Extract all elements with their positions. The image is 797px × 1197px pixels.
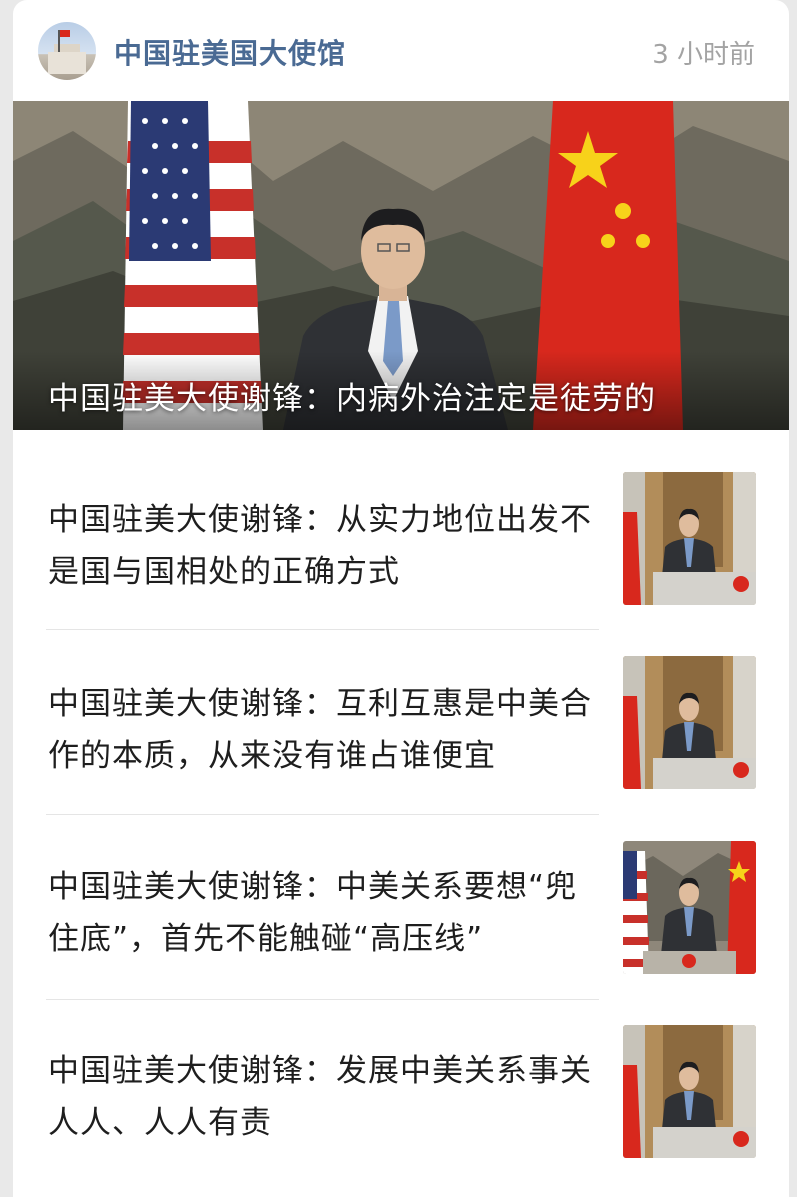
avatar[interactable] [38, 22, 96, 80]
article-title[interactable]: 中国驻美大使谢锋：发展中美关系事关人人、人人有责 [48, 1045, 593, 1149]
account-header[interactable]: 中国驻美国大使馆 3 小时前 [13, 0, 789, 101]
post-time: 3 小时前 [652, 40, 755, 70]
avatar-building [48, 52, 86, 74]
ambassador-podium-photo [623, 1025, 756, 1158]
article-card: 中国驻美国大使馆 3 小时前 中国驻美大使谢锋：内病外治注定是徒劳的 中国驻美大… [13, 0, 789, 1197]
ambassador-podium-photo [623, 656, 756, 789]
article-title[interactable]: 中国驻美大使谢锋：中美关系要想“兜住底”，首先不能触碰“高压线” [48, 861, 593, 965]
list-item[interactable]: 中国驻美大使谢锋：发展中美关系事关人人、人人有责 [13, 983, 789, 1167]
article-thumbnail[interactable] [623, 841, 756, 974]
account-name[interactable]: 中国驻美国大使馆 [114, 32, 346, 72]
article-title[interactable]: 中国驻美大使谢锋：从实力地位出发不是国与国相处的正确方式 [48, 494, 593, 598]
article-title[interactable]: 中国驻美大使谢锋：互利互惠是中美合作的本质，从来没有谁占谁便宜 [48, 678, 593, 782]
list-item[interactable]: 中国驻美大使谢锋：互利互惠是中美合作的本质，从来没有谁占谁便宜 [13, 614, 789, 815]
article-thumbnail[interactable] [623, 656, 756, 789]
article-thumbnail[interactable] [623, 472, 756, 605]
ambassador-flags-photo [623, 841, 756, 974]
list-item[interactable]: 中国驻美大使谢锋：中美关系要想“兜住底”，首先不能触碰“高压线” [13, 799, 789, 1000]
ambassador-podium-photo [623, 472, 756, 605]
article-thumbnail[interactable] [623, 1025, 756, 1158]
hero-article[interactable]: 中国驻美大使谢锋：内病外治注定是徒劳的 [13, 101, 789, 430]
avatar-flag-icon [60, 30, 70, 37]
list-item[interactable]: 中国驻美大使谢锋：从实力地位出发不是国与国相处的正确方式 [13, 430, 789, 630]
hero-title[interactable]: 中国驻美大使谢锋：内病外治注定是徒劳的 [48, 373, 656, 418]
